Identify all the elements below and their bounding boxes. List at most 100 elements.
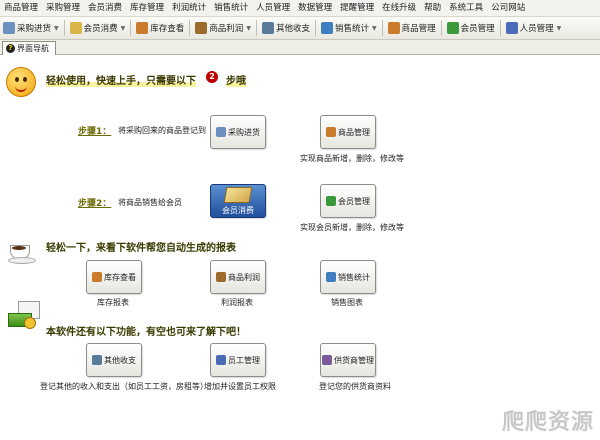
toolbar-button-label: 销售统计 bbox=[334, 24, 369, 34]
toolbar-separator bbox=[499, 20, 501, 36]
menu-item[interactable]: 人员管理 bbox=[252, 0, 294, 16]
report-button-label: 商品利润 bbox=[228, 272, 260, 282]
menu-item[interactable]: 商品管理 bbox=[0, 0, 42, 16]
tab-strip: ? 界面导航 bbox=[0, 40, 600, 55]
help-icon: ? bbox=[6, 44, 15, 53]
report-caption-inventory: 库存报表 bbox=[97, 298, 129, 307]
toolbar-button-1[interactable]: 采购进货 ▼ bbox=[0, 18, 62, 38]
menu-item[interactable]: 系统工具 bbox=[445, 0, 487, 16]
box-icon bbox=[387, 22, 400, 34]
goods-management-caption: 实现商品新增，删除，修改等 bbox=[300, 154, 404, 163]
purchase-button[interactable]: 采购进货 bbox=[210, 115, 266, 149]
toolbar-button-2[interactable]: 会员消费 ▼ bbox=[67, 18, 129, 38]
goods-management-button[interactable]: 商品管理 bbox=[320, 115, 376, 149]
toolbar-button-7[interactable]: 商品管理 bbox=[385, 18, 439, 38]
number-two-badge: 2 bbox=[206, 71, 218, 83]
headline-tail: 步哦 bbox=[226, 76, 246, 87]
notepad-icon bbox=[261, 22, 274, 34]
feature-button-label: 其他收支 bbox=[104, 355, 136, 365]
purchase-icon bbox=[3, 22, 15, 34]
users-icon bbox=[326, 196, 336, 206]
toolbar-separator bbox=[440, 20, 442, 36]
toolbar-separator bbox=[314, 20, 316, 36]
report-caption-profit: 利润报表 bbox=[221, 298, 253, 307]
purchase-button-label: 采购进货 bbox=[228, 127, 260, 137]
chevron-down-icon[interactable]: ▼ bbox=[54, 25, 59, 32]
box-icon bbox=[326, 127, 336, 137]
money-bag-icon bbox=[216, 272, 226, 282]
toolbar-separator bbox=[63, 20, 65, 36]
member-card-icon bbox=[223, 186, 253, 203]
smiley-face-icon bbox=[6, 67, 36, 97]
feature-button-label: 员工管理 bbox=[228, 355, 260, 365]
step1-link[interactable]: 步骤1： bbox=[78, 124, 111, 137]
menu-item[interactable]: 销售统计 bbox=[210, 0, 252, 16]
menu-item[interactable]: 提醒管理 bbox=[336, 0, 378, 16]
chevron-down-icon[interactable]: ▼ bbox=[121, 25, 126, 32]
step1-description: 将采购回来的商品登记到 bbox=[118, 126, 206, 135]
report-button-label: 销售统计 bbox=[338, 272, 370, 282]
menu-item[interactable]: 采购管理 bbox=[42, 0, 84, 16]
money-bag-icon bbox=[195, 22, 208, 34]
member-management-label: 会员管理 bbox=[338, 196, 370, 206]
menu-item[interactable]: 公司网站 bbox=[487, 0, 529, 16]
headline-quick-start: 轻松使用，快速上手，只需要以下 bbox=[46, 76, 196, 87]
step2-link[interactable]: 步骤2： bbox=[78, 196, 111, 209]
report-button-sales[interactable]: 销售统计 bbox=[320, 260, 376, 294]
chart-icon bbox=[326, 272, 336, 282]
menu-item[interactable]: 数据管理 bbox=[294, 0, 336, 16]
member-consumption-button[interactable]: 会员消费 bbox=[210, 184, 266, 218]
navigation-panel: 轻松使用，快速上手，只需要以下 2 步哦 步骤1： 将采购回来的商品登记到 采购… bbox=[0, 55, 600, 440]
report-button-label: 库存查看 bbox=[104, 272, 136, 282]
report-button-inventory[interactable]: 库存查看 bbox=[86, 260, 142, 294]
person-icon bbox=[505, 22, 518, 34]
feature-button-supplier[interactable]: 供货商管理 bbox=[320, 343, 376, 377]
supplier-icon bbox=[322, 355, 332, 365]
toolbar-button-label: 商品管理 bbox=[401, 24, 436, 34]
member-management-button[interactable]: 会员管理 bbox=[320, 184, 376, 218]
chevron-down-icon[interactable]: ▼ bbox=[372, 25, 377, 32]
users-icon bbox=[446, 22, 459, 34]
toolbar-button-label: 会员消费 bbox=[83, 24, 118, 34]
menu-item[interactable]: 利润统计 bbox=[168, 0, 210, 16]
toolbar-separator bbox=[130, 20, 132, 36]
menu-item[interactable]: 帮助 bbox=[420, 0, 445, 16]
menu-item[interactable]: 在线升级 bbox=[378, 0, 420, 16]
member-management-caption: 实现会员新增，删除，修改等 bbox=[300, 223, 404, 232]
toolbar-button-5[interactable]: 其他收支 bbox=[259, 18, 313, 38]
member-card-icon bbox=[69, 22, 82, 34]
report-caption-sales: 销售图表 bbox=[331, 298, 363, 307]
headline-features: 本软件还有以下功能，有空也可来了解下吧！ bbox=[46, 327, 246, 338]
toolbar-button-4[interactable]: 商品利润 ▼ bbox=[192, 18, 254, 38]
chevron-down-icon[interactable]: ▼ bbox=[246, 25, 251, 32]
toolbar-button-9[interactable]: 人员管理 ▼ bbox=[503, 18, 565, 38]
report-button-profit[interactable]: 商品利润 bbox=[210, 260, 266, 294]
watermark-text: 爬爬资源 bbox=[501, 410, 594, 435]
tab-label: 界面导航 bbox=[17, 44, 49, 53]
feature-button-label: 供货商管理 bbox=[334, 355, 374, 365]
menu-bar: 商品管理 采购管理 会员消费 库存管理 利润统计 销售统计 人员管理 数据管理 提醒管理 在线升级… bbox=[0, 0, 600, 17]
toolbar-button-6[interactable]: 销售统计 ▼ bbox=[318, 18, 380, 38]
coffee-cup-icon bbox=[8, 241, 36, 264]
feature-caption-staff: 增加并设置员工权限 bbox=[204, 382, 276, 391]
feature-button-staff[interactable]: 员工管理 bbox=[210, 343, 266, 377]
toolbar-button-8[interactable]: 会员管理 bbox=[444, 18, 498, 38]
step2-description: 将商品销售给会员 bbox=[118, 198, 182, 207]
menu-item[interactable]: 会员消费 bbox=[84, 0, 126, 16]
toolbar-separator bbox=[189, 20, 191, 36]
goods-management-label: 商品管理 bbox=[338, 127, 370, 137]
menu-item[interactable]: 库存管理 bbox=[126, 0, 168, 16]
toolbar-button-label: 采购进货 bbox=[17, 24, 52, 34]
toolbar-button-label: 库存查看 bbox=[150, 24, 185, 34]
money-chart-icon bbox=[8, 301, 40, 329]
toolbar-button-label: 商品利润 bbox=[209, 24, 244, 34]
tab-interface-navigation[interactable]: ? 界面导航 bbox=[2, 41, 56, 55]
purchase-icon bbox=[216, 127, 226, 137]
headline-reports: 轻松一下，来看下软件帮您自动生成的报表 bbox=[46, 243, 236, 254]
chevron-down-icon[interactable]: ▼ bbox=[557, 25, 562, 32]
toolbar-button-3[interactable]: 库存查看 bbox=[133, 18, 187, 38]
toolbar-separator bbox=[381, 20, 383, 36]
feature-button-other-income[interactable]: 其他收支 bbox=[86, 343, 142, 377]
box-icon bbox=[136, 22, 149, 34]
person-icon bbox=[216, 355, 226, 365]
